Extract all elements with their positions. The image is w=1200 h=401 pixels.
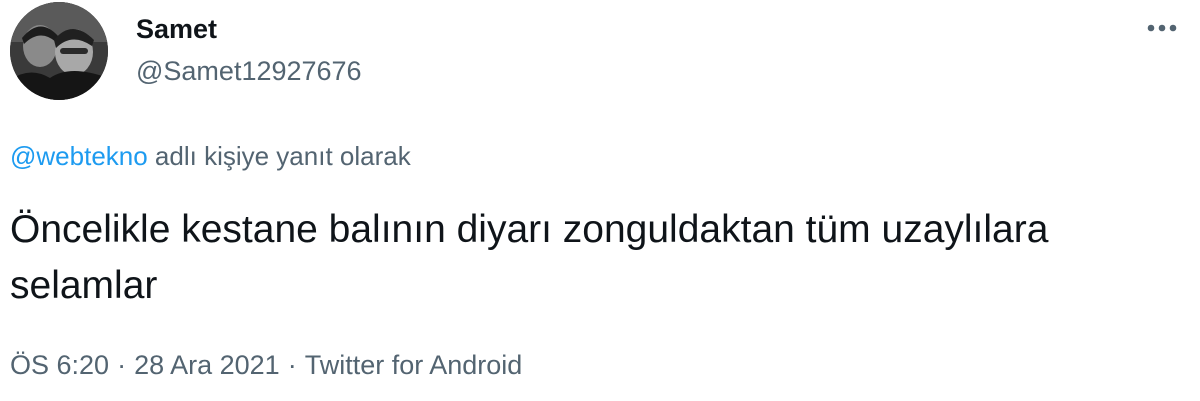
- tweet-card: Samet @Samet12927676 @webtekno adlı kişi…: [0, 0, 1200, 401]
- meta-separator: ·: [117, 350, 127, 380]
- reply-mention-link[interactable]: @webtekno: [10, 141, 148, 171]
- tweet-date-link[interactable]: 28 Ara 2021: [134, 350, 280, 380]
- reply-context: @webtekno adlı kişiye yanıt olarak: [10, 141, 411, 172]
- more-horizontal-icon: [1147, 24, 1177, 32]
- meta-separator: ·: [287, 350, 297, 380]
- tweet-text: Öncelikle kestane balının diyarı zonguld…: [10, 208, 1049, 307]
- reply-suffix: adlı kişiye yanıt olarak: [147, 141, 411, 171]
- tweet-source: Twitter for Android: [304, 350, 523, 380]
- author-display-name[interactable]: Samet: [136, 14, 217, 45]
- avatar-photo: [10, 2, 108, 100]
- author-handle[interactable]: @Samet12927676: [136, 56, 362, 87]
- avatar[interactable]: [10, 2, 108, 100]
- more-options-button[interactable]: [1140, 10, 1184, 46]
- tweet-time-link[interactable]: ÖS 6:20: [10, 350, 109, 380]
- tweet-metadata: ÖS 6:20 · 28 Ara 2021 · Twitter for Android: [10, 350, 522, 381]
